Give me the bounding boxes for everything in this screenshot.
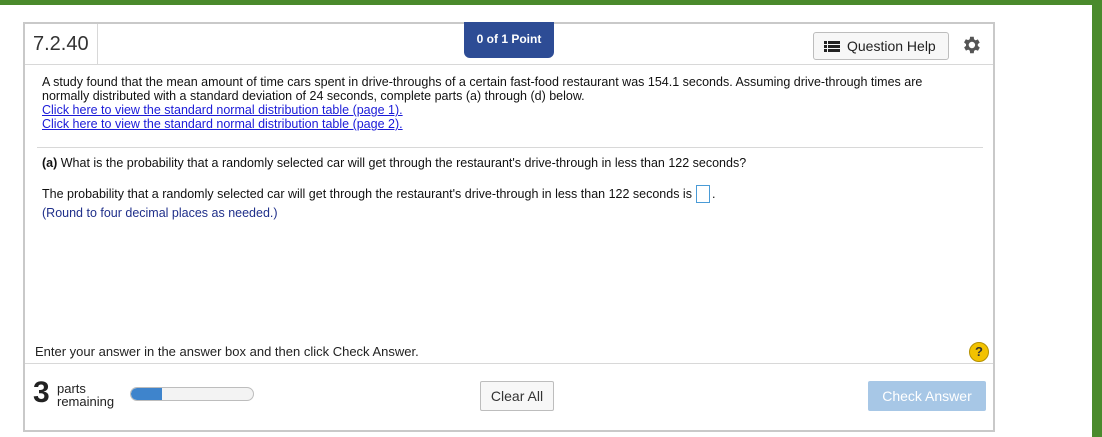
normal-table-link-page-1[interactable]: Click here to view the standard normal d… bbox=[42, 103, 972, 117]
part-a-question: (a) What is the probability that a rando… bbox=[42, 156, 746, 170]
question-help-label: Question Help bbox=[847, 38, 936, 54]
help-question-icon[interactable]: ? bbox=[969, 342, 989, 362]
question-panel: 7.2.40 0 of 1 Point Question Help A stud… bbox=[23, 22, 995, 432]
question-number: 7.2.40 bbox=[33, 33, 89, 55]
page-background: 7.2.40 0 of 1 Point Question Help A stud… bbox=[0, 5, 1092, 437]
rounding-note: (Round to four decimal places as needed.… bbox=[42, 206, 278, 220]
progress-bar bbox=[130, 387, 254, 401]
gear-icon[interactable] bbox=[960, 34, 982, 56]
points-badge: 0 of 1 Point bbox=[464, 22, 554, 58]
list-icon bbox=[824, 41, 840, 52]
parts-remaining-count: 3 bbox=[33, 376, 50, 409]
answer-suffix: . bbox=[711, 187, 716, 201]
answer-input[interactable] bbox=[695, 185, 710, 203]
progress-fill bbox=[131, 388, 162, 400]
right-frame-strip bbox=[1092, 0, 1102, 437]
parts-label-line2: remaining bbox=[57, 394, 115, 409]
divider bbox=[37, 147, 983, 148]
normal-table-link-page-2[interactable]: Click here to view the standard normal d… bbox=[42, 117, 972, 131]
answer-line: The probability that a randomly selected… bbox=[42, 185, 715, 203]
question-help-button[interactable]: Question Help bbox=[813, 32, 949, 60]
question-number-box: 7.2.40 bbox=[25, 24, 98, 64]
parts-remaining-label: parts remaining bbox=[57, 382, 114, 408]
question-header: 7.2.40 0 of 1 Point Question Help bbox=[25, 22, 993, 65]
problem-text: A study found that the mean amount of ti… bbox=[42, 75, 923, 103]
footer-divider bbox=[25, 363, 993, 364]
part-a-label: (a) bbox=[42, 156, 58, 170]
answer-prefix: The probability that a randomly selected… bbox=[42, 187, 692, 201]
instruction-text: Enter your answer in the answer box and … bbox=[35, 344, 419, 359]
clear-all-button[interactable]: Clear All bbox=[480, 381, 554, 411]
part-a-question-text: What is the probability that a randomly … bbox=[57, 156, 747, 170]
problem-statement: A study found that the mean amount of ti… bbox=[42, 75, 972, 131]
check-answer-button[interactable]: Check Answer bbox=[868, 381, 986, 411]
